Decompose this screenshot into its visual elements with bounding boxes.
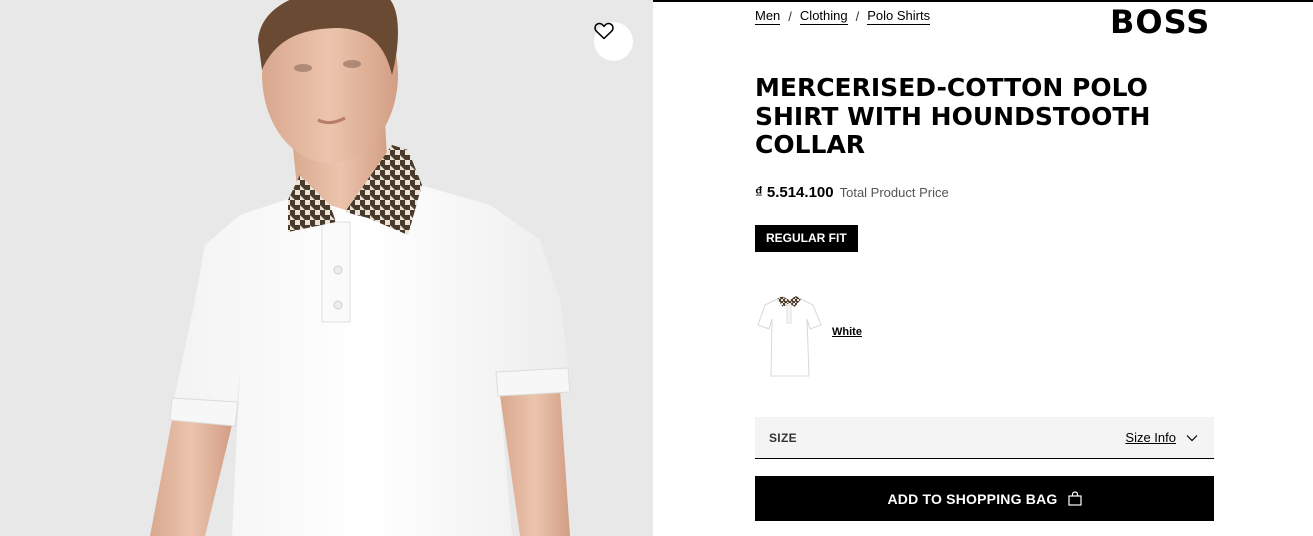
add-to-bag-button[interactable]: ADD TO SHOPPING BAG xyxy=(755,476,1214,521)
model-photo xyxy=(0,0,653,536)
size-label: SIZE xyxy=(769,430,797,445)
size-info-link[interactable]: Size Info xyxy=(1125,430,1176,445)
product-price: ₫ 5.514.100 xyxy=(755,184,834,201)
fit-badge: REGULAR FIT xyxy=(755,225,858,252)
add-to-bag-label: ADD TO SHOPPING BAG xyxy=(887,490,1058,507)
color-name[interactable]: White xyxy=(832,326,862,338)
breadcrumb: Men / Clothing / Polo Shirts xyxy=(755,8,931,25)
breadcrumb-men[interactable]: Men xyxy=(755,8,781,25)
product-title: MERCERISED-COTTON POLO SHIRT WITH HOUNDS… xyxy=(755,73,1151,159)
product-image[interactable] xyxy=(0,0,653,536)
top-divider xyxy=(653,0,1313,2)
breadcrumb-separator: / xyxy=(855,9,860,24)
price-row: ₫ 5.514.100 Total Product Price xyxy=(755,184,949,201)
brand-logo[interactable]: BOSS xyxy=(1110,3,1210,41)
wishlist-button[interactable] xyxy=(594,22,633,61)
breadcrumb-separator: / xyxy=(788,9,792,24)
price-label: Total Product Price xyxy=(839,185,949,200)
breadcrumb-clothing[interactable]: Clothing xyxy=(799,8,848,25)
color-swatch-white[interactable] xyxy=(755,291,823,381)
size-selector[interactable]: SIZE Size Info xyxy=(755,417,1214,459)
shopping-bag-icon xyxy=(1067,491,1082,506)
color-thumbnail xyxy=(757,296,822,377)
breadcrumb-polo-shirts[interactable]: Polo Shirts xyxy=(867,8,931,25)
chevron-down-icon[interactable] xyxy=(1186,434,1198,442)
